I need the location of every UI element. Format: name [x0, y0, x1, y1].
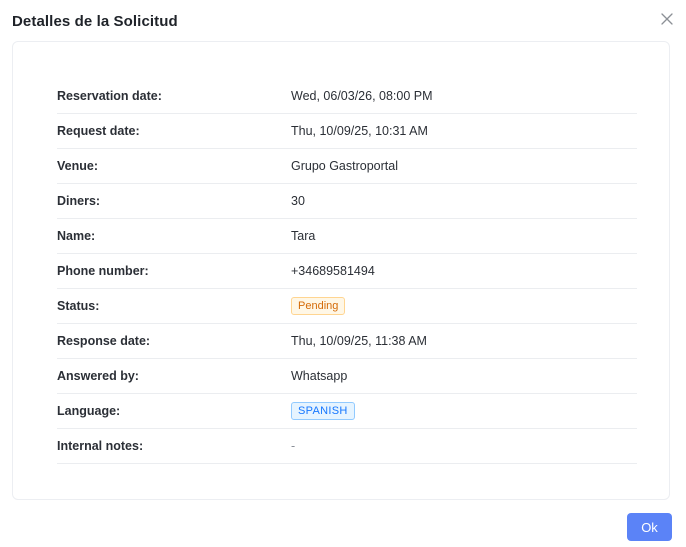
detail-label: Phone number: — [57, 264, 149, 278]
detail-row-response-date: Response date: Thu, 10/09/25, 11:38 AM — [57, 324, 637, 359]
detail-row-internal-notes: Internal notes: - — [57, 429, 637, 464]
detail-row-status: Status: Pending — [57, 289, 637, 324]
detail-row-name: Name: Tara — [57, 219, 637, 254]
detail-row-request-date: Request date: Thu, 10/09/25, 10:31 AM — [57, 114, 637, 149]
detail-label: Diners: — [57, 194, 101, 208]
detail-value: Thu, 10/09/25, 11:38 AM — [291, 334, 427, 348]
ok-button[interactable]: Ok — [627, 513, 672, 541]
detail-value: - — [291, 439, 296, 453]
detail-row-diners: Diners: 30 — [57, 184, 637, 219]
detail-label: Name: — [57, 229, 96, 243]
detail-value: Wed, 06/03/26, 08:00 PM — [291, 88, 433, 103]
detail-label: Answered by: — [57, 369, 139, 383]
details-card: Reservation date: Wed, 06/03/26, 08:00 P… — [12, 41, 670, 500]
detail-row-phone-number: Phone number: +34689581494 — [57, 254, 637, 289]
details-list: Reservation date: Wed, 06/03/26, 08:00 P… — [57, 78, 637, 464]
detail-value: SPANISH — [291, 402, 355, 420]
detail-value: Grupo Gastroportal — [291, 159, 398, 173]
detail-value: Pending — [291, 297, 346, 315]
detail-label: Response date: — [57, 334, 151, 348]
detail-label: Internal notes: — [57, 439, 144, 453]
detail-row-reservation-date: Reservation date: Wed, 06/03/26, 08:00 P… — [57, 78, 637, 114]
detail-row-answered-by: Answered by: Whatsapp — [57, 359, 637, 394]
close-icon — [661, 13, 673, 25]
detail-label: Request date: — [57, 124, 140, 138]
detail-value: +34689581494 — [291, 264, 375, 278]
detail-value: Thu, 10/09/25, 10:31 AM — [291, 124, 428, 138]
detail-label: Language: — [57, 404, 121, 418]
status-badge: Pending — [291, 297, 346, 315]
detail-value: Whatsapp — [291, 369, 348, 383]
detail-value: 30 — [291, 194, 305, 208]
detail-value: Tara — [291, 229, 316, 243]
request-details-modal: Detalles de la Solicitud Reservation dat… — [0, 0, 686, 547]
detail-row-venue: Venue: Grupo Gastroportal — [57, 149, 637, 184]
detail-label: Reservation date: — [57, 88, 162, 103]
language-badge: SPANISH — [291, 402, 355, 420]
close-button[interactable] — [658, 10, 676, 28]
modal-title: Detalles de la Solicitud — [12, 13, 178, 30]
detail-label: Venue: — [57, 159, 98, 173]
detail-row-language: Language: SPANISH — [57, 394, 637, 429]
detail-label: Status: — [57, 299, 100, 313]
